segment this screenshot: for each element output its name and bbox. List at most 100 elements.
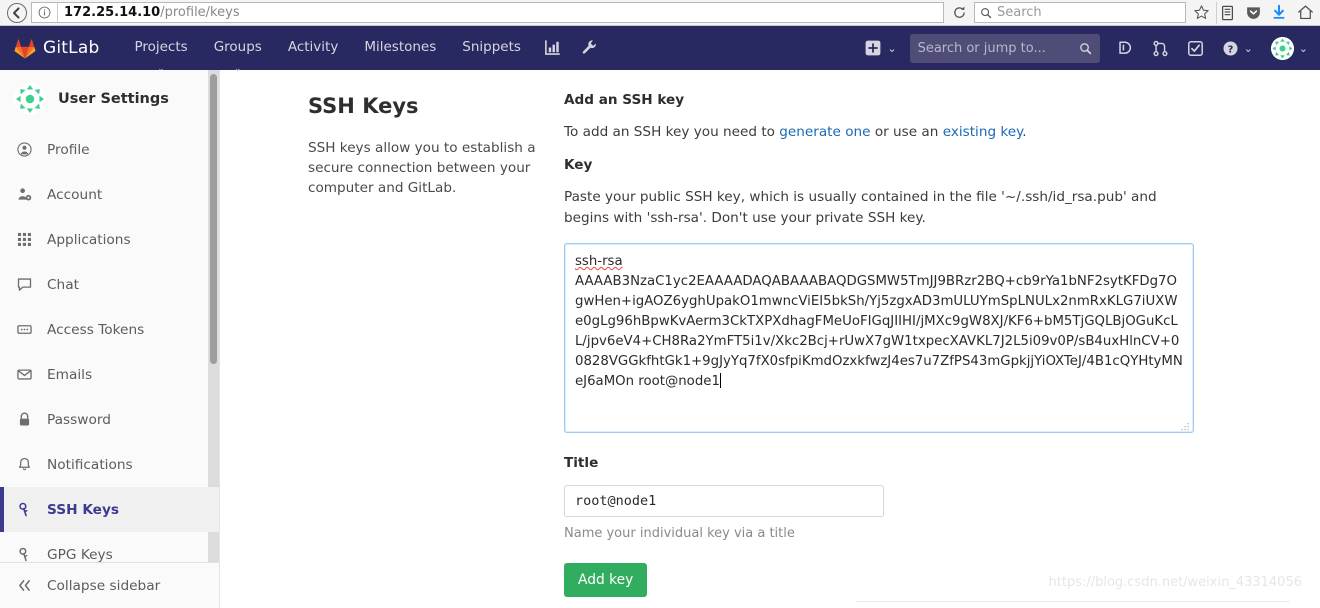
avatar [1270,36,1294,60]
ssh-key-textarea[interactable]: ssh-rsa AAAAB3NzaC1yc2EAAAADAQABAAABAQDG… [564,243,1194,433]
search-icon [981,7,992,18]
ssh-key-prefix: ssh-rsa [575,254,623,269]
title-field-label: Title [564,455,599,471]
plus-square-icon [865,40,881,56]
gitlab-navbar: GitLab Projects ⌄ Groups ⌄ Activity Mile… [0,26,1320,74]
back-arrow-icon[interactable] [7,2,27,23]
page-title: SSH Keys [308,94,419,118]
title-input[interactable]: root@node1 [564,485,884,517]
sidebar-item-access-tokens[interactable]: Access Tokens [0,307,219,352]
page-description: SSH keys allow you to establish a secure… [308,140,536,196]
form-intro-post: . [1022,124,1027,140]
chevron-down-icon: ⌄ [887,41,897,55]
home-icon[interactable] [1294,2,1316,24]
collapse-sidebar-row: Collapse sidebar [0,562,219,608]
nav-link-analytics[interactable] [534,26,571,60]
svg-text:?: ? [1227,44,1233,55]
sidebar-item-account[interactable]: Account [0,172,219,217]
key-field-help: Paste your public SSH key, which is usua… [564,189,1157,226]
page-body: User Settings Profile Account Applicatio… [0,70,1320,608]
nav-link-label: Snippets [462,39,521,55]
nav-link-activity[interactable]: Activity [275,26,352,55]
form-heading: Add an SSH key [564,92,685,108]
sidebar-item-notifications[interactable]: Notifications [0,442,219,487]
sidebar-item-label: Account [47,186,103,203]
chart-icon [544,39,561,60]
gitlab-brand[interactable]: GitLab [14,38,99,59]
title-input-value: root@node1 [575,493,657,509]
chat-bubble-icon [16,277,33,292]
lock-icon [16,412,33,427]
resize-handle[interactable] [1180,419,1190,431]
search-icon [1079,42,1091,54]
text-cursor [719,373,721,388]
add-key-button[interactable]: Add key [564,563,648,597]
account-gear-icon [16,187,33,202]
sidebar-item-emails[interactable]: Emails [0,352,219,397]
navbar-right: ⌄ Search or jump to... ? ⌄ ⌄ [856,26,1310,70]
nav-link-label: Activity [287,39,339,55]
sidebar-item-label: Password [47,411,111,428]
reload-icon[interactable] [948,2,970,24]
wrench-icon [581,39,598,60]
sidebar-item-label: Access Tokens [47,321,145,338]
double-chevron-left-icon [16,579,33,592]
issues-icon[interactable] [1108,26,1143,70]
library-icon[interactable] [1216,1,1238,24]
url-text: 172.25.14.10/profile/keys [57,3,240,22]
gpg-key-icon [16,547,33,562]
sidebar-item-chat[interactable]: Chat [0,262,219,307]
navbar-search-input[interactable]: Search or jump to... [909,33,1100,63]
sidebar-item-password[interactable]: Password [0,397,219,442]
merge-requests-icon[interactable] [1143,26,1178,70]
nav-link-admin[interactable] [571,26,608,60]
info-circle-icon[interactable] [36,5,52,21]
browser-toolbar: 172.25.14.10/profile/keys Search [0,0,1320,26]
url-host: 172.25.14.10 [64,5,161,20]
address-bar[interactable]: 172.25.14.10/profile/keys [31,2,944,23]
sidebar-item-ssh-keys[interactable]: SSH Keys [0,487,219,532]
sidebar-item-label: Notifications [47,456,133,473]
nav-link-milestones[interactable]: Milestones [351,26,449,55]
help-button[interactable]: ? ⌄ [1213,26,1262,70]
sidebar-header: User Settings [0,70,219,127]
sidebar-title: User Settings [58,90,169,107]
download-icon[interactable] [1268,2,1290,24]
ssh-key-body: AAAAB3NzaC1yc2EAAAADAQABAAABAQDGSMW5TmJJ… [575,274,1183,389]
token-card-icon [16,322,33,337]
nav-link-label: Milestones [364,39,437,55]
todos-icon[interactable] [1178,26,1213,70]
nav-link-label: Projects [134,39,188,55]
main-content: SSH Keys SSH keys allow you to establish… [220,70,1320,608]
collapse-sidebar-label: Collapse sidebar [47,577,161,594]
collapse-sidebar-button[interactable]: Collapse sidebar [0,563,219,608]
watermark-text: https://blog.csdn.net/weixin_43314056 [1048,575,1302,590]
chevron-down-icon: ⌄ [1298,41,1308,55]
sidebar-item-label: Emails [47,366,93,383]
nav-link-snippets[interactable]: Snippets [449,26,534,55]
sidebar-item-label: GPG Keys [47,546,113,563]
browser-search-box[interactable]: Search [974,2,1186,23]
bell-icon [16,457,33,472]
key-field-label: Key [564,157,593,173]
form-intro-pre: To add an SSH key you need to [564,124,780,140]
title-field-help: Name your individual key via a title [564,526,795,541]
question-circle-icon: ? [1223,41,1238,55]
new-item-button[interactable]: ⌄ [856,26,905,70]
form-intro: To add an SSH key you need to generate o… [564,122,1290,143]
sidebar-item-label: Applications [47,231,131,248]
add-ssh-key-form: Add an SSH key To add an SSH key you nee… [550,92,1290,608]
star-icon[interactable] [1190,2,1212,24]
sidebar-item-applications[interactable]: Applications [0,217,219,262]
form-intro-mid: or use an [870,124,943,140]
browser-search-placeholder: Search [997,5,1042,20]
user-menu-button[interactable]: ⌄ [1262,26,1310,70]
existing-key-link[interactable]: existing key [943,124,1023,140]
generate-one-link[interactable]: generate one [779,124,870,140]
pocket-icon[interactable] [1242,2,1264,24]
chevron-down-icon: ⌄ [1243,41,1253,55]
sidebar-item-profile[interactable]: Profile [0,127,219,172]
section-divider [856,601,1290,602]
ssh-keys-intro: SSH Keys SSH keys allow you to establish… [220,92,550,608]
user-circle-icon [16,142,33,157]
